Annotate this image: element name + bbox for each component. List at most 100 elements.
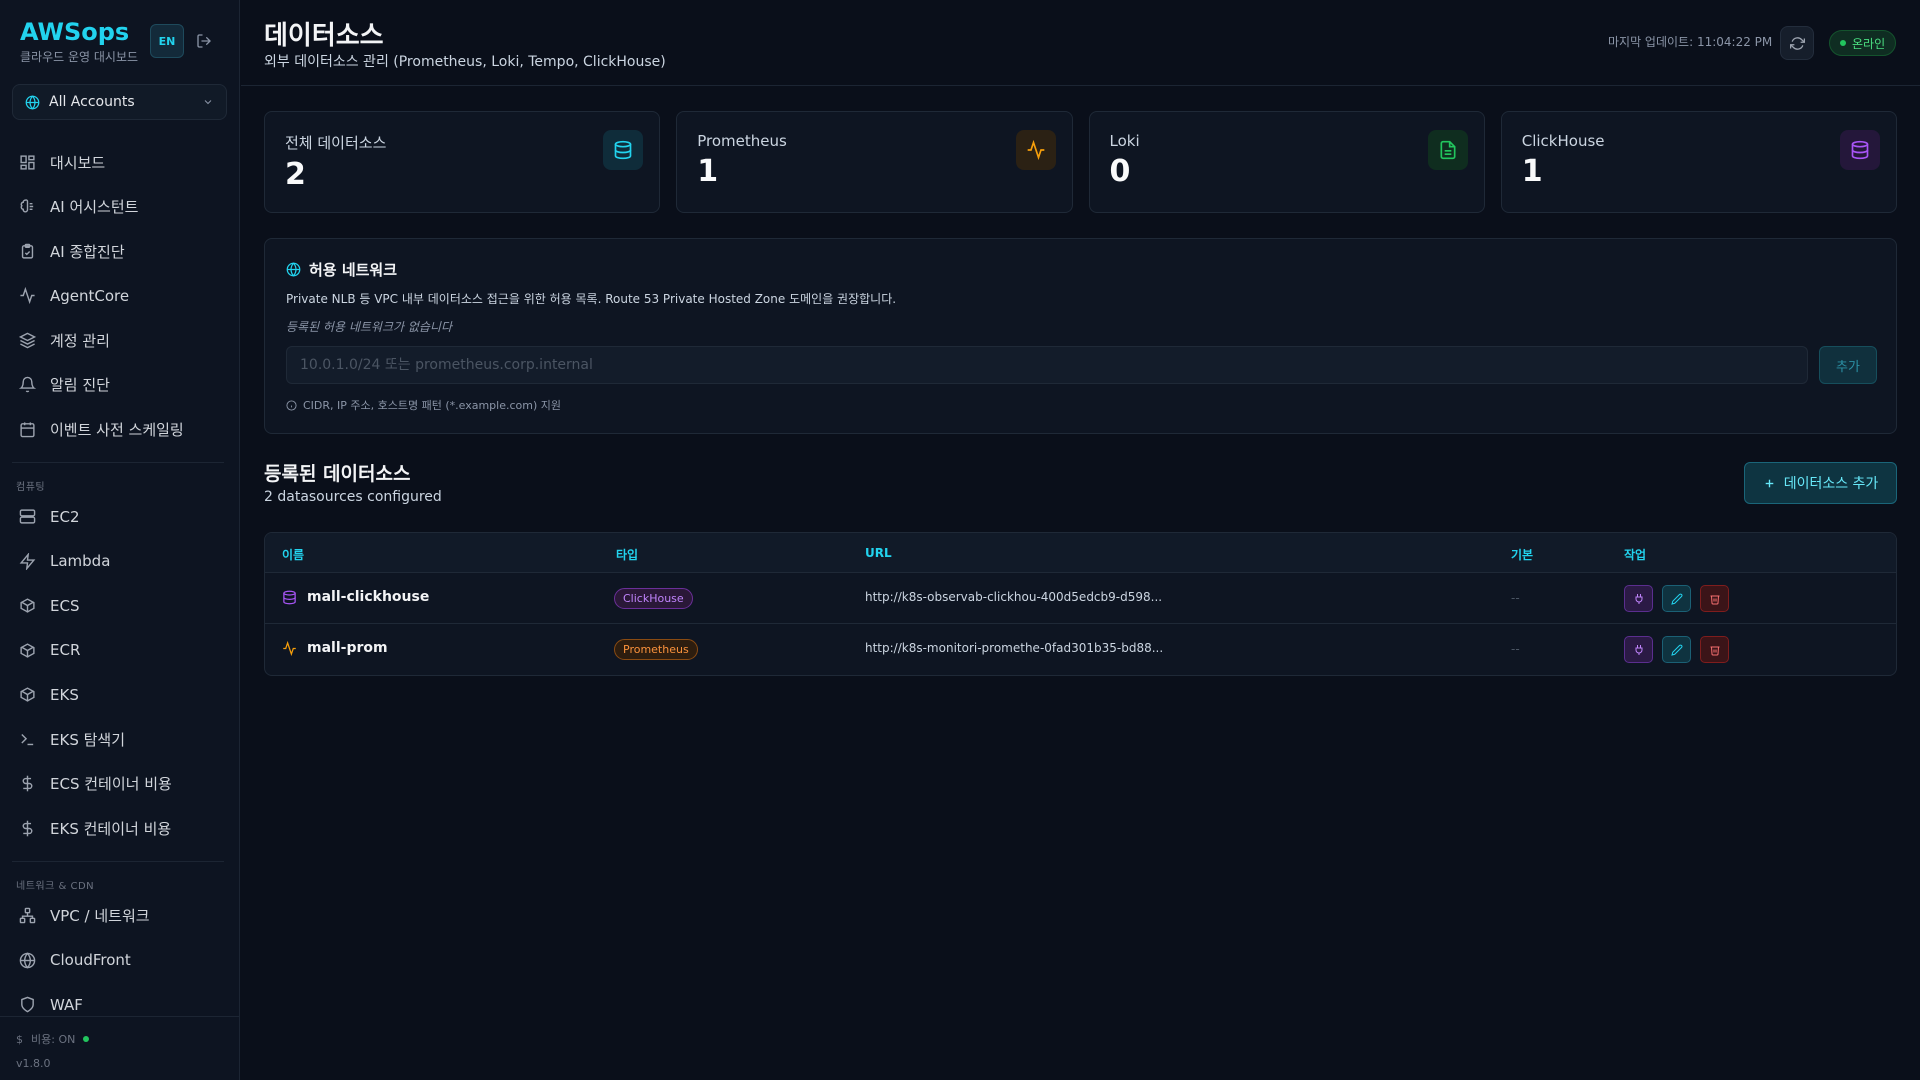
sidebar-item-label: ECS 컨테이너 비용 (50, 775, 172, 794)
datasource-name: mall-prom (282, 640, 388, 656)
table-header: 이름 타입 URL 기본 작업 (265, 533, 1896, 573)
add-datasource-button[interactable]: 데이터소스 추가 (1744, 462, 1897, 504)
allowed-network-add-button[interactable]: 추가 (1819, 346, 1877, 384)
version-label: v1.8.0 (16, 1057, 51, 1070)
brand: AWSops 클라우드 운영 대시보드 (20, 18, 138, 65)
main-content: 데이터소스 외부 데이터소스 관리 (Prometheus, Loki, Tem… (241, 0, 1920, 1080)
sidebar-item-ecs[interactable]: ECS (0, 584, 240, 629)
stat-card-prometheus: Prometheus 1 (676, 111, 1073, 213)
sidebar-item-event-scaling[interactable]: 이벤트 사전 스케일링 (0, 407, 240, 452)
sidebar-item-agentcore[interactable]: AgentCore (0, 274, 240, 319)
column-header-type: 타입 (616, 548, 639, 562)
shield-icon (21, 996, 34, 1013)
account-selector[interactable]: All Accounts (12, 84, 227, 120)
column-header-name: 이름 (282, 548, 305, 562)
status-dot (1840, 40, 1846, 46)
refresh-button[interactable] (1780, 26, 1814, 60)
sidebar-item-label: EKS (50, 685, 79, 704)
sidebar-item-ecr[interactable]: ECR (0, 628, 240, 673)
datasource-url: http://k8s-observab-clickhou-400d5edcb9-… (865, 590, 1163, 604)
calendar-icon (20, 422, 35, 438)
registered-datasources-title: 등록된 데이터소스 (264, 463, 411, 485)
last-update-time: 마지막 업데이트: 11:04:22 PM (1608, 35, 1773, 49)
dollar-icon (22, 775, 33, 792)
sidebar-item-eks-cost[interactable]: EKS 컨테이너 비용 (0, 806, 240, 851)
table-row[interactable]: mall-clickhouse ClickHouse http://k8s-ob… (265, 573, 1896, 624)
sidebar-item-ecs-cost[interactable]: ECS 컨테이너 비용 (0, 762, 240, 807)
sidebar-item-vpc[interactable]: VPC / 네트워크 (0, 894, 240, 939)
stat-value: 2 (285, 157, 306, 192)
test-connection-button[interactable] (1624, 585, 1653, 612)
database-icon (1840, 130, 1880, 170)
datasources-table: 이름 타입 URL 기본 작업 mall-clickhouse ClickHou… (264, 532, 1897, 676)
language-toggle-button[interactable]: EN (150, 24, 184, 58)
dollar-icon (22, 820, 33, 837)
brain-icon (20, 199, 34, 213)
add-datasource-label: 데이터소스 추가 (1783, 476, 1879, 492)
edit-button[interactable] (1662, 585, 1691, 612)
sidebar-footer: $ 비용: ON v1.8.0 (0, 1016, 240, 1080)
dollar-icon: $ (16, 1032, 23, 1046)
sidebar-item-alerts[interactable]: 알림 진단 (0, 363, 240, 408)
stat-label: ClickHouse (1521, 132, 1605, 150)
brand-subtitle: 클라우드 운영 대시보드 (20, 50, 139, 64)
column-header-default: 기본 (1511, 548, 1534, 562)
row-actions (1624, 636, 1729, 663)
allowed-network-input[interactable] (286, 346, 1808, 384)
sidebar-item-label: ECS (50, 596, 80, 615)
trash-icon (1710, 646, 1719, 655)
sidebar-item-accounts[interactable]: 계정 관리 (0, 318, 240, 363)
stat-value: 0 (1109, 154, 1131, 189)
sidebar-item-label: AI 종합진단 (50, 242, 125, 261)
delete-button[interactable] (1700, 636, 1729, 663)
database-icon (283, 590, 296, 604)
stat-label: Loki (1109, 132, 1140, 150)
chevron-down-icon (204, 100, 212, 105)
zap-icon (19, 552, 36, 570)
sidebar-item-lambda[interactable]: Lambda (0, 539, 240, 584)
sidebar-item-eks-explorer[interactable]: EKS 탐색기 (0, 717, 240, 762)
sidebar-item-label: AI 어시스턴트 (50, 198, 139, 217)
allowed-network-hint-text: CIDR, IP 주소, 호스트명 패턴 (*.example.com) 지원 (303, 399, 562, 412)
datasource-name-text: mall-prom (307, 640, 388, 656)
globe-icon (25, 94, 40, 110)
allowed-network-description: Private NLB 등 VPC 내부 데이터소스 접근을 위한 허용 목록.… (286, 292, 897, 306)
trash-icon (1710, 595, 1719, 604)
plug-icon (1635, 644, 1642, 655)
edit-button[interactable] (1662, 636, 1691, 663)
sidebar-item-eks[interactable]: EKS (0, 673, 240, 718)
sidebar-item-dashboard[interactable]: 대시보드 (0, 140, 240, 185)
delete-button[interactable] (1700, 585, 1729, 612)
nav-divider (12, 860, 224, 862)
activity-icon (20, 287, 35, 305)
allowed-network-empty: 등록된 허용 네트워크가 없습니다 (286, 320, 453, 334)
plug-icon (1635, 593, 1642, 604)
network-icon (19, 907, 36, 924)
row-actions (1624, 585, 1729, 612)
sidebar-item-ai-diagnosis[interactable]: AI 종합진단 (0, 229, 240, 274)
sidebar-item-label: 대시보드 (50, 153, 106, 172)
plus-icon (1765, 479, 1773, 487)
allowed-network-title-text: 허용 네트워크 (309, 261, 398, 279)
cost-status-label: 비용: ON (31, 1033, 76, 1046)
stat-label: 전체 데이터소스 (285, 134, 387, 152)
sidebar-item-ec2[interactable]: EC2 (0, 495, 240, 540)
clipboard-check-icon (21, 243, 34, 259)
stats-row: 전체 데이터소스 2 Prometheus 1 Loki 0 ClickHous… (264, 111, 1897, 213)
status-badge: 온라인 (1829, 30, 1897, 56)
test-connection-button[interactable] (1624, 636, 1653, 663)
page-title: 데이터소스 (264, 21, 384, 51)
box-icon (20, 598, 35, 613)
box-icon (20, 687, 35, 702)
allowed-network-panel: 허용 네트워크 Private NLB 등 VPC 내부 데이터소스 접근을 위… (264, 238, 1897, 434)
server-icon (19, 509, 36, 524)
info-icon (286, 399, 297, 411)
activity-icon (283, 640, 296, 656)
registered-datasources-count: 2 datasources configured (264, 489, 442, 505)
box-icon (20, 643, 35, 658)
sidebar-item-ai-assistant[interactable]: AI 어시스턴트 (0, 185, 240, 230)
logout-icon[interactable] (193, 30, 215, 52)
sidebar-item-cloudfront[interactable]: CloudFront (0, 938, 240, 983)
bell-icon (19, 376, 36, 393)
table-row[interactable]: mall-prom Prometheus http://k8s-monitori… (265, 624, 1896, 675)
